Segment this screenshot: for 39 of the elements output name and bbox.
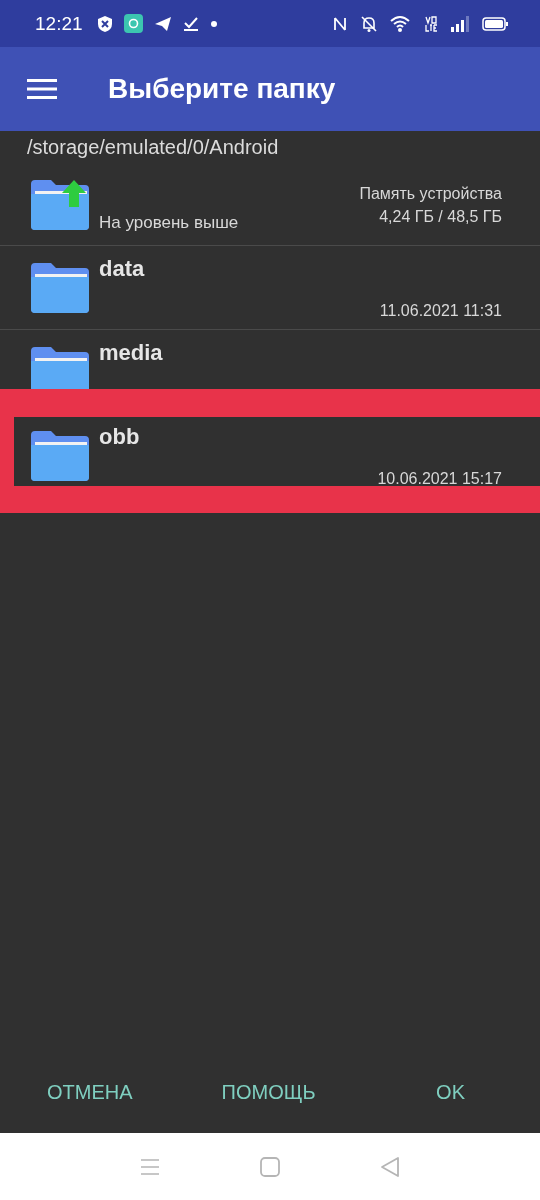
storage-usage: 4,24 ГБ / 48,5 ГБ bbox=[379, 207, 502, 226]
folder-up-icon bbox=[29, 178, 91, 232]
folder-name: data bbox=[99, 255, 145, 282]
dialog-button[interactable]: ОТМЕНА bbox=[47, 1076, 133, 1108]
volte-icon bbox=[424, 14, 438, 33]
folder-row[interactable]: media bbox=[0, 330, 540, 414]
folder-name: obb bbox=[99, 424, 140, 450]
dialog-button[interactable]: ПОМОЩЬ bbox=[221, 1076, 316, 1108]
folder-date: 10.06.2021 15:17 bbox=[377, 470, 502, 488]
square-icon bbox=[260, 1156, 280, 1177]
muted-bell-icon bbox=[360, 14, 378, 33]
battery-icon bbox=[482, 16, 508, 31]
folder-row[interactable]: obb 10.06.2021 15:17 bbox=[0, 414, 540, 498]
folder-name: media bbox=[99, 339, 163, 366]
app-icon bbox=[123, 14, 143, 33]
storage-label: Память устройства bbox=[359, 184, 502, 203]
menu-button[interactable] bbox=[27, 78, 57, 100]
menu-icon bbox=[27, 78, 57, 100]
folder-icon bbox=[29, 260, 91, 315]
home-button[interactable] bbox=[260, 1156, 280, 1177]
recents-button[interactable] bbox=[140, 1157, 160, 1176]
folder-path: /storage/emulated/0/Android bbox=[26, 135, 280, 160]
dialog-button[interactable]: OK bbox=[436, 1076, 465, 1108]
wifi-icon bbox=[390, 14, 412, 33]
folder-date: 11.06.2021 11:31 bbox=[379, 301, 502, 320]
folder-icon bbox=[29, 429, 91, 483]
send-icon bbox=[153, 15, 172, 32]
signal-icon bbox=[450, 15, 470, 32]
app-title: Выберите папку bbox=[108, 73, 336, 105]
shield-icon bbox=[96, 14, 113, 33]
dot-icon bbox=[209, 19, 218, 28]
back-button[interactable] bbox=[380, 1155, 400, 1178]
folder-row[interactable]: data 11.06.2021 11:31 bbox=[0, 246, 540, 330]
triangle-icon bbox=[380, 1155, 400, 1178]
parent-folder-label: На уровень выше bbox=[99, 213, 239, 234]
check-icon bbox=[182, 15, 199, 32]
menu-icon bbox=[140, 1157, 160, 1176]
parent-folder-row[interactable]: На уровень выше Память устройства 4,24 ГБ / 48,5 ГБ bbox=[0, 165, 540, 246]
status-time: 12:21 bbox=[35, 12, 83, 35]
